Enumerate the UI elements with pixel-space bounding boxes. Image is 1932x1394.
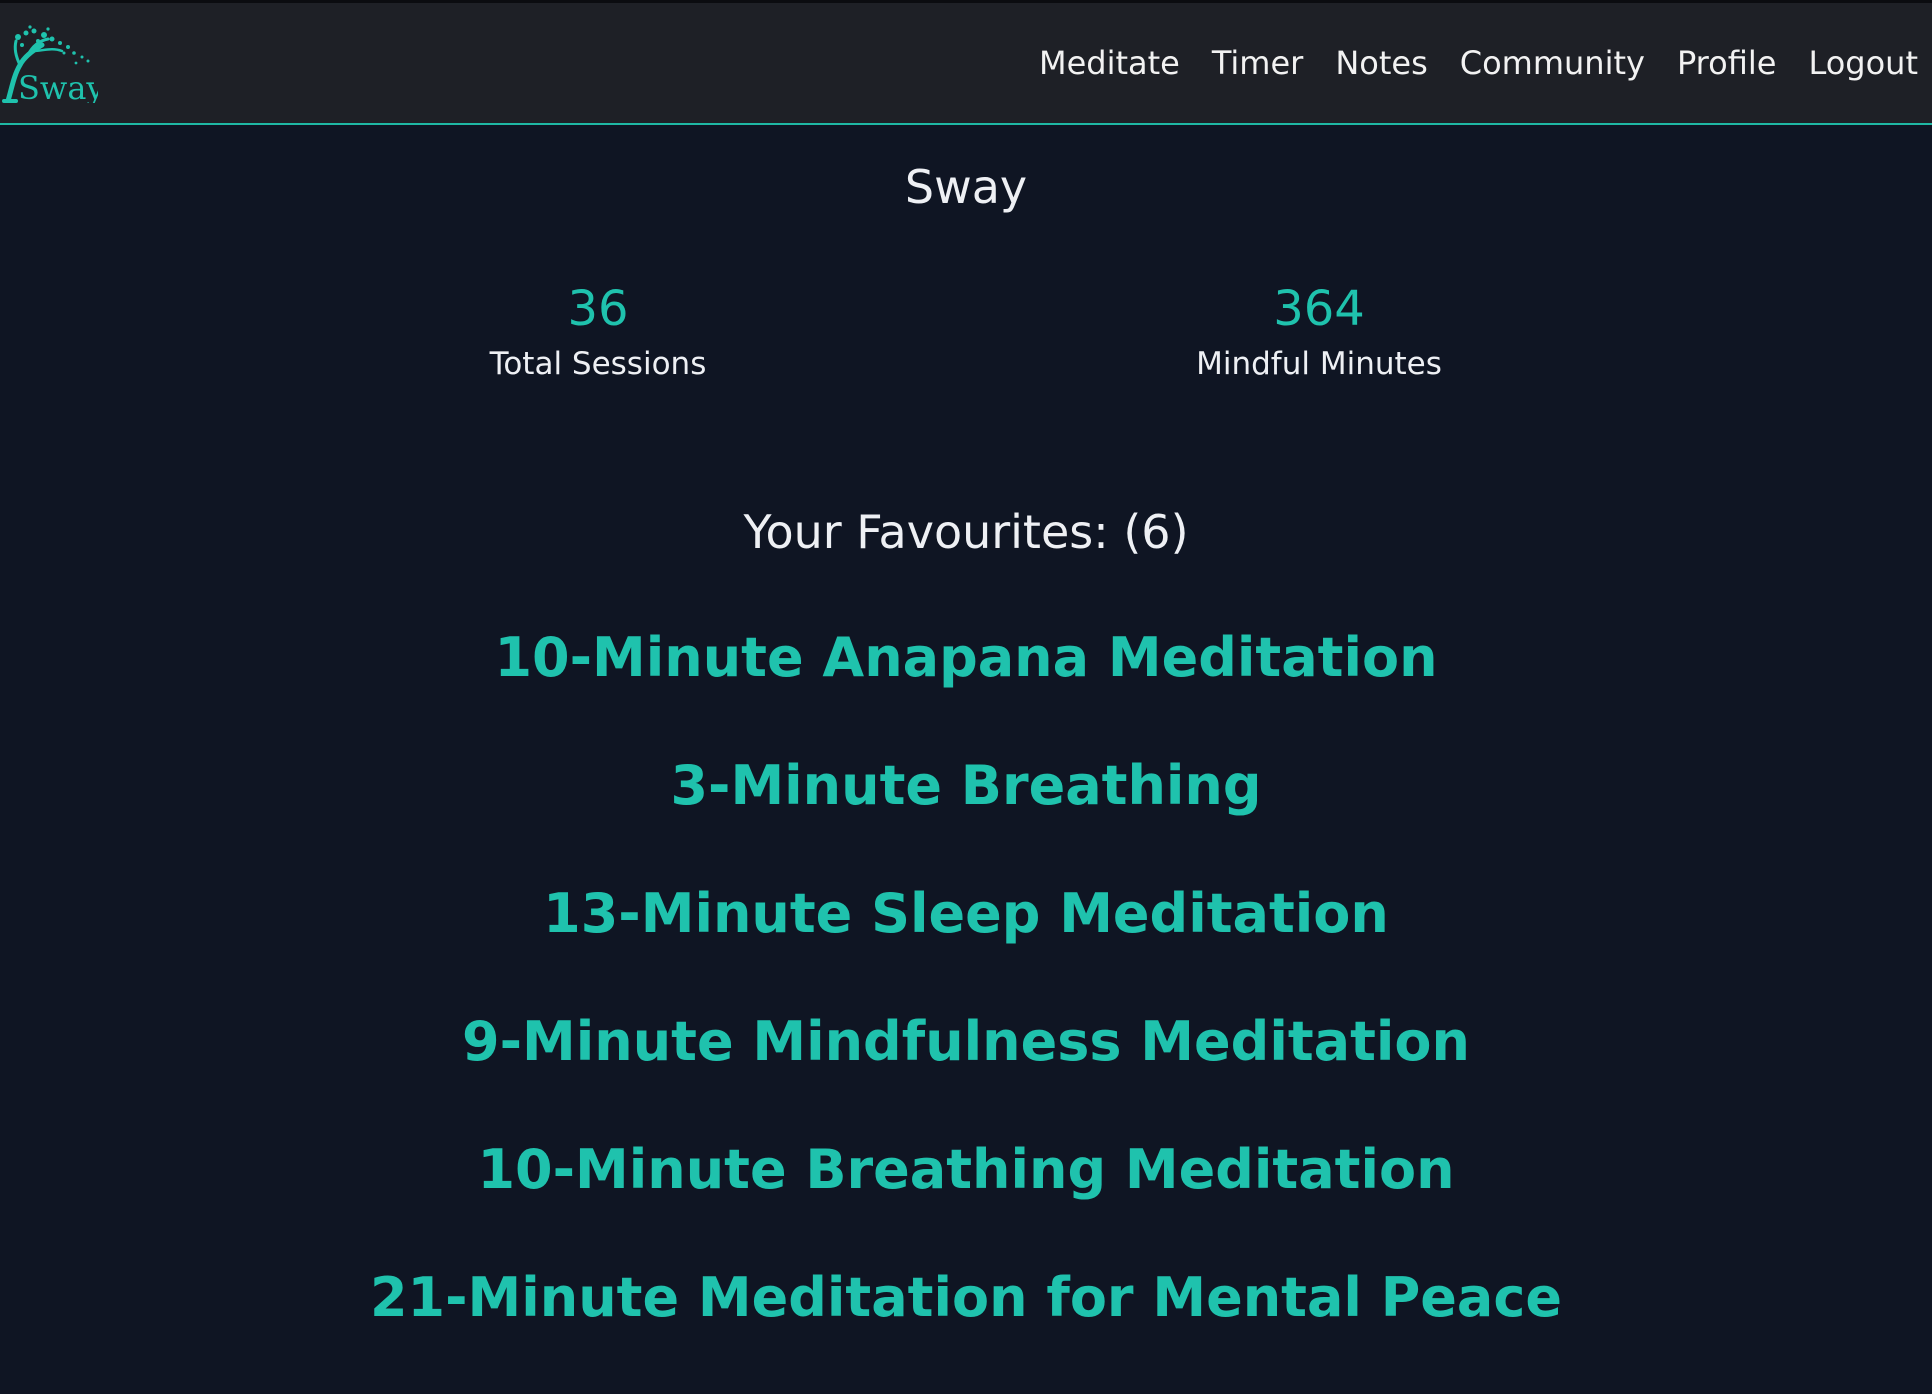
favourite-item[interactable]: 3-Minute Breathing <box>0 748 1932 876</box>
stat-total-sessions: 36 Total Sessions <box>398 278 798 382</box>
favourites-heading: Your Favourites: (6) <box>743 505 1189 559</box>
favourite-item[interactable]: 13-Minute Sleep Meditation <box>0 876 1932 1004</box>
tree-logo-icon: Sway <box>2 25 98 103</box>
favourite-item[interactable]: 21-Minute Meditation for Mental Peace <box>0 1260 1932 1388</box>
total-sessions-value: 36 <box>567 281 629 337</box>
mindful-minutes-label: Mindful Minutes <box>1196 346 1442 382</box>
favourite-item[interactable]: 10-Minute Breathing Meditation <box>0 1132 1932 1260</box>
nav-menu: Meditate Timer Notes Community Profile L… <box>1007 3 1918 123</box>
nav-link-timer[interactable]: Timer <box>1212 44 1303 82</box>
favourite-item[interactable]: 9-Minute Mindfulness Meditation <box>0 1004 1932 1132</box>
total-sessions-label: Total Sessions <box>489 346 707 382</box>
favourites-list: 10-Minute Anapana Meditation 3-Minute Br… <box>0 620 1932 1388</box>
page-title: Sway <box>904 160 1028 214</box>
mindful-minutes-value: 364 <box>1273 281 1365 337</box>
nav-link-profile[interactable]: Profile <box>1677 44 1777 82</box>
nav-link-notes[interactable]: Notes <box>1335 44 1427 82</box>
logo-text: Sway <box>18 69 98 103</box>
nav-link-community[interactable]: Community <box>1460 44 1645 82</box>
stat-mindful-minutes: 364 Mindful Minutes <box>1119 278 1519 382</box>
top-navbar: Sway Meditate Timer Notes Community Prof… <box>0 0 1932 125</box>
nav-link-meditate[interactable]: Meditate <box>1039 44 1180 82</box>
nav-link-logout[interactable]: Logout <box>1808 44 1918 82</box>
favourite-item[interactable]: 10-Minute Anapana Meditation <box>0 620 1932 748</box>
sway-logo[interactable]: Sway <box>2 17 98 103</box>
